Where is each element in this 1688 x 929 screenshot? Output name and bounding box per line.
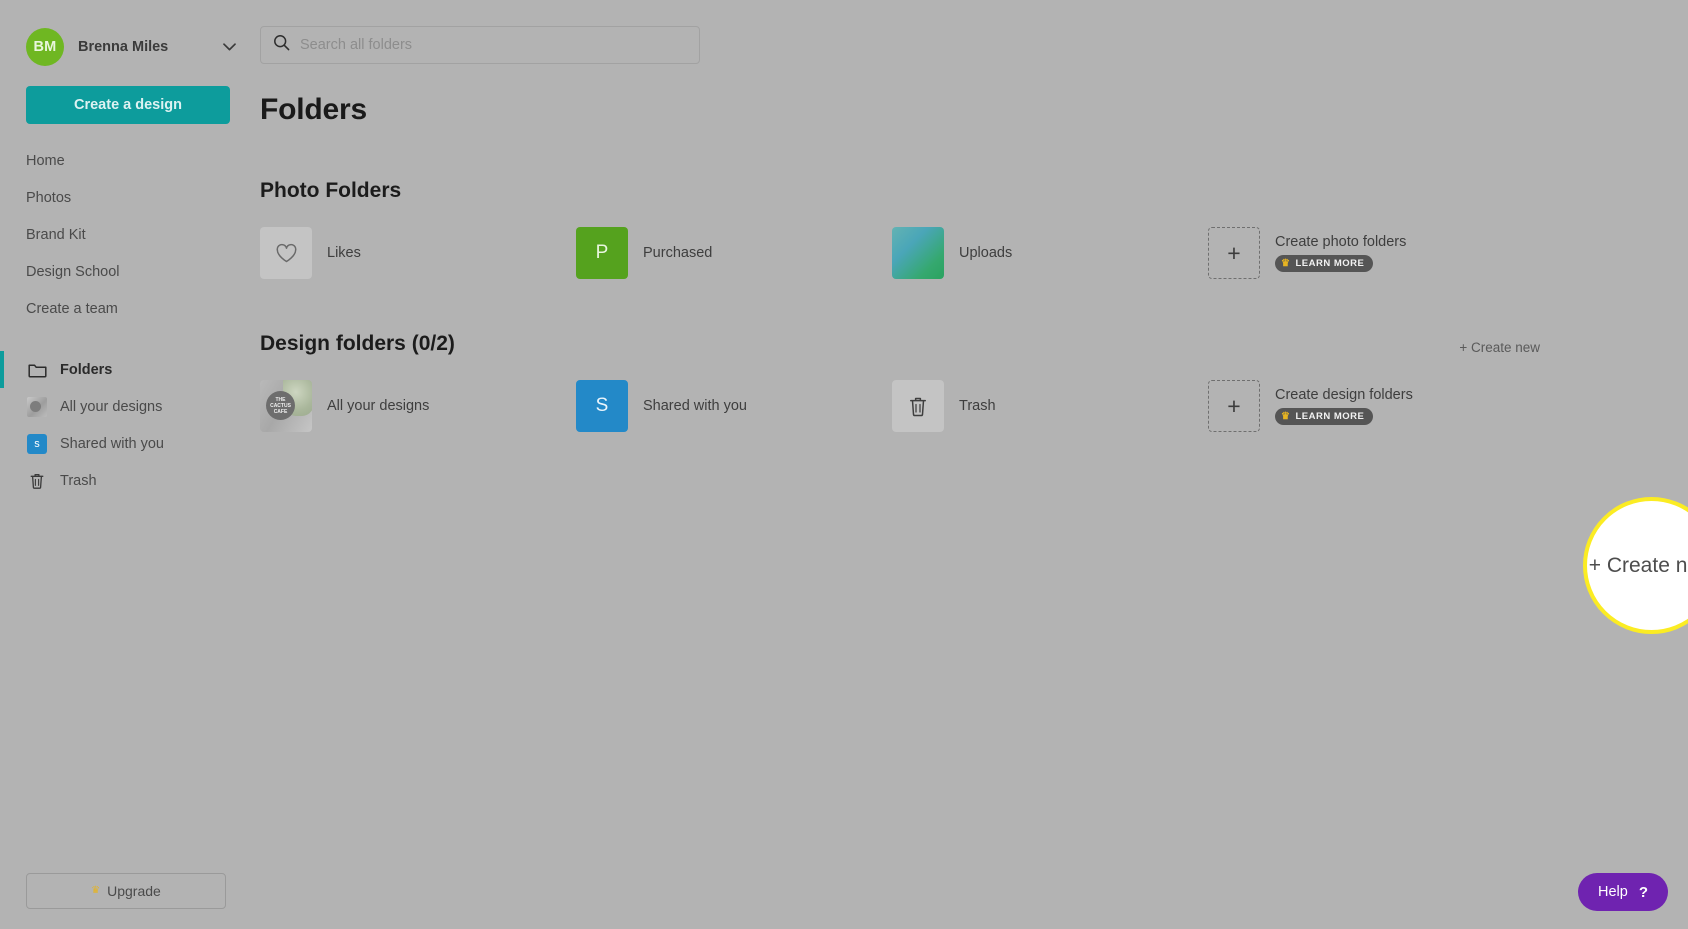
upgrade-button[interactable]: ♛ Upgrade xyxy=(26,873,226,909)
trash-icon xyxy=(892,380,944,432)
create-a-design-button[interactable]: Create a design xyxy=(26,86,230,124)
account-name: Brenna Miles xyxy=(78,39,169,55)
folder-label: Shared with you xyxy=(643,398,747,414)
sidebar-link-label: Design School xyxy=(26,263,120,280)
create-design-folders-block: Create design folders ♛ LEARN MORE xyxy=(1275,387,1413,425)
sidebar-link-label: Home xyxy=(26,152,65,169)
section-title: Design folders (0/2) xyxy=(260,332,455,355)
sidebar-link-label: Brand Kit xyxy=(26,226,86,243)
folder-label: Uploads xyxy=(959,245,1013,261)
search-bar-wrapper xyxy=(256,0,1688,64)
folder-label: Trash xyxy=(959,398,996,414)
learn-more-badge[interactable]: ♛ LEARN MORE xyxy=(1275,255,1374,272)
account-switcher[interactable]: BM Brenna Miles xyxy=(0,0,256,72)
section-title: Photo Folders xyxy=(260,179,402,202)
sidebar-item-label: All your designs xyxy=(60,398,163,415)
photo-folders-section: Photo Folders Likes P Purchased Uploads xyxy=(256,179,1688,280)
letter-s-icon: S xyxy=(576,380,628,432)
page-title: Folders xyxy=(260,93,367,126)
search-icon xyxy=(273,34,290,56)
learn-more-badge[interactable]: ♛ LEARN MORE xyxy=(1275,408,1374,425)
sidebar-nav: Home Photos Brand Kit Design School Crea… xyxy=(0,142,256,499)
sidebar-item-folders[interactable]: Folders xyxy=(0,351,256,388)
main-content: Folders Photo Folders Likes P Purchased xyxy=(256,0,1688,929)
sidebar-link-label: Photos xyxy=(26,189,72,206)
crown-icon: ♛ xyxy=(1281,257,1291,269)
sidebar-item-brand-kit[interactable]: Brand Kit xyxy=(0,216,256,253)
callout-leader-line xyxy=(1676,803,1688,929)
sidebar-item-shared-with-you[interactable]: s Shared with you xyxy=(0,425,256,462)
design-thumbnail: THE CACTUS CAFE xyxy=(260,380,312,432)
folder-card-shared-with-you[interactable]: S Shared with you xyxy=(576,379,892,433)
design-thumbnail-icon xyxy=(26,396,48,418)
shared-s-icon: s xyxy=(26,433,48,455)
create-photo-folders-card[interactable]: + Create photo folders ♛ LEARN MORE xyxy=(1208,226,1524,280)
folder-card-likes[interactable]: Likes xyxy=(260,226,576,280)
design-folders-grid: THE CACTUS CAFE All your designs S Share… xyxy=(260,379,1688,433)
design-folders-section: Design folders (0/2) + Create new THE CA… xyxy=(256,332,1688,433)
folder-card-uploads[interactable]: Uploads xyxy=(892,226,1208,280)
crown-icon: ♛ xyxy=(91,885,101,896)
sidebar-item-label: Shared with you xyxy=(60,435,164,452)
help-label: Help xyxy=(1598,884,1628,900)
app-root: BM Brenna Miles Create a design Home Pho… xyxy=(0,0,1688,929)
sidebar-item-label: Trash xyxy=(60,472,97,489)
heart-icon xyxy=(260,227,312,279)
crown-icon: ♛ xyxy=(1281,410,1291,422)
sidebar-item-photos[interactable]: Photos xyxy=(0,179,256,216)
question-mark-icon: ? xyxy=(1638,883,1648,901)
folder-icon xyxy=(26,359,48,381)
folder-card-trash[interactable]: Trash xyxy=(892,379,1208,433)
sidebar-item-label: Folders xyxy=(60,361,113,378)
photo-folders-header: Photo Folders xyxy=(260,179,1688,203)
sidebar-item-design-school[interactable]: Design School xyxy=(0,253,256,290)
create-design-folders-card[interactable]: + Create design folders ♛ LEARN MORE xyxy=(1208,379,1524,433)
folder-label: Purchased xyxy=(643,245,713,261)
sidebar-item-home[interactable]: Home xyxy=(0,142,256,179)
sidebar: BM Brenna Miles Create a design Home Pho… xyxy=(0,0,256,929)
upgrade-label: Upgrade xyxy=(107,883,161,899)
folder-label: All your designs xyxy=(327,398,430,414)
folder-card-purchased[interactable]: P Purchased xyxy=(576,226,892,280)
callout-magnifier: + Create new xyxy=(1583,497,1688,634)
avatar: BM xyxy=(26,28,64,66)
search-input[interactable] xyxy=(300,37,687,53)
search-box[interactable] xyxy=(260,26,700,64)
learn-more-label: LEARN MORE xyxy=(1295,411,1365,422)
sidebar-item-trash[interactable]: Trash xyxy=(0,462,256,499)
help-button[interactable]: Help ? xyxy=(1578,873,1668,911)
sidebar-link-label: Create a team xyxy=(26,300,118,317)
letter-p-icon: P xyxy=(576,227,628,279)
thumbnail-text: THE CACTUS CAFE xyxy=(266,391,295,420)
sidebar-divider xyxy=(0,327,256,351)
sidebar-item-create-a-team[interactable]: Create a team xyxy=(0,290,256,327)
plus-icon[interactable]: + xyxy=(1208,227,1260,279)
sidebar-item-all-your-designs[interactable]: All your designs xyxy=(0,388,256,425)
trash-icon xyxy=(26,470,48,492)
uploads-thumbnail xyxy=(892,227,944,279)
create-new-link[interactable]: + Create new xyxy=(1459,340,1540,355)
create-photo-folders-block: Create photo folders ♛ LEARN MORE xyxy=(1275,234,1406,272)
callout-label: + Create new xyxy=(1588,553,1688,577)
folder-label: Create design folders xyxy=(1275,387,1413,403)
learn-more-label: LEARN MORE xyxy=(1295,258,1365,269)
folder-label: Likes xyxy=(327,245,361,261)
folder-card-all-your-designs[interactable]: THE CACTUS CAFE All your designs xyxy=(260,379,576,433)
plus-icon[interactable]: + xyxy=(1208,380,1260,432)
folder-label: Create photo folders xyxy=(1275,234,1407,250)
chevron-down-icon[interactable] xyxy=(222,40,236,54)
photo-folders-grid: Likes P Purchased Uploads + Create photo… xyxy=(260,226,1688,280)
